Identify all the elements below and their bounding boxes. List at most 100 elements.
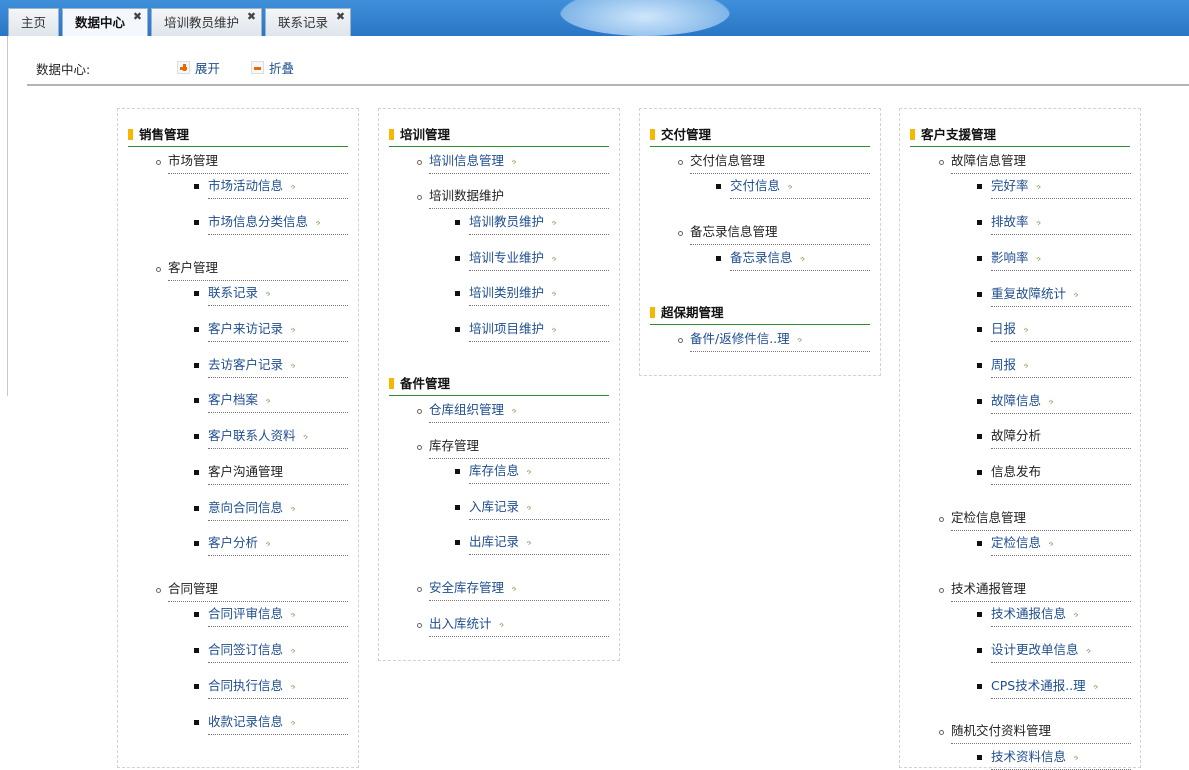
tree-leaf-item[interactable]: 日报 ·›: [977, 317, 1131, 342]
tree-group-item[interactable]: 市场管理: [156, 149, 348, 174]
tab-home[interactable]: 主页: [8, 8, 60, 36]
tree-group-item[interactable]: 备忘录信息管理: [678, 220, 870, 245]
go-arrow-icon: ·›: [290, 179, 296, 193]
tree-leaf-item[interactable]: 备忘录信息 ·›: [716, 246, 870, 271]
tree-leaf-item[interactable]: 合同签订信息 ·›: [194, 638, 348, 663]
go-arrow-icon: ·›: [1085, 643, 1092, 657]
tree-leaf-item[interactable]: 设计更改单信息 ·›: [977, 638, 1131, 663]
tree-item-label: CPS技术通报..理: [991, 678, 1086, 693]
tree-group-item[interactable]: 培训信息管理 ·›: [417, 149, 609, 174]
minus-icon: [251, 61, 264, 74]
tree-group-item[interactable]: 技术通报管理: [939, 577, 1131, 602]
tree-leaf-item[interactable]: 影响率 ·›: [977, 246, 1131, 271]
tree-group-item[interactable]: 交付信息管理: [678, 149, 870, 174]
tree-group-item[interactable]: 定检信息管理: [939, 506, 1131, 531]
tree-item-label: 入库记录: [469, 499, 520, 514]
tree-leaf-item[interactable]: 培训项目维护 ·›: [455, 317, 609, 342]
tree-leaf-item[interactable]: 客户来访记录 ·›: [194, 317, 348, 342]
tree-leaf-item[interactable]: 交付信息 ·›: [716, 174, 870, 199]
tree-leaf-item[interactable]: 故障分析: [977, 424, 1131, 449]
tree-leaf-item[interactable]: 技术资料信息 ·›: [977, 745, 1131, 770]
tab-contact-records-label: 联系记录: [278, 15, 329, 30]
tree-leaf-item[interactable]: 合同评审信息 ·›: [194, 602, 348, 627]
tree-item-label: 客户分析: [208, 535, 259, 550]
tree-item-label: 客户联系人资料: [208, 428, 296, 443]
tree-item-label: 日报: [991, 321, 1017, 336]
tree-item-label: 意向合同信息: [208, 500, 284, 515]
tree-leaf-item[interactable]: 客户沟通管理: [194, 460, 348, 485]
tree-item-label: 客户管理: [168, 260, 219, 275]
go-arrow-icon: ·›: [1048, 536, 1054, 550]
tree-leaf-item[interactable]: 出库记录 ·›: [455, 530, 609, 555]
go-arrow-icon: ·›: [1035, 215, 1042, 229]
go-arrow-icon: ·›: [551, 286, 557, 300]
tree-leaf-item[interactable]: CPS技术通报..理 ·›: [977, 674, 1131, 699]
tree-item-label: 客户沟通管理: [208, 464, 284, 479]
go-arrow-icon: ·›: [315, 215, 321, 229]
tree-leaf-item[interactable]: 培训教员维护 ·›: [455, 210, 609, 235]
go-arrow-icon: ·›: [290, 358, 296, 372]
tree-group-item[interactable]: 备件/返修件信..理 ·›: [678, 327, 870, 352]
tree-item-label: 培训信息管理: [429, 153, 505, 168]
tree-leaf-item[interactable]: 定检信息 ·›: [977, 531, 1131, 556]
tree-leaf-item[interactable]: 排故率 ·›: [977, 210, 1131, 235]
tree-leaf-item[interactable]: 信息发布: [977, 460, 1131, 485]
tree-group-item[interactable]: 出入库统计 ·›: [417, 612, 609, 637]
go-arrow-icon: ·›: [302, 429, 309, 443]
collapse-button[interactable]: 折叠: [251, 58, 294, 77]
expand-button[interactable]: 展开: [177, 58, 220, 77]
tree-leaf-item[interactable]: 库存信息 ·›: [455, 459, 609, 484]
tree-item-label: 去访客户记录: [208, 357, 284, 372]
tree-item-label: 重复故障统计: [991, 286, 1067, 301]
tree-leaf-item[interactable]: 客户分析 ·›: [194, 531, 348, 556]
tree-leaf-item[interactable]: 合同执行信息 ·›: [194, 674, 348, 699]
tree-item-label: 备忘录信息管理: [690, 224, 778, 239]
tree-group-item[interactable]: 安全库存管理 ·›: [417, 576, 609, 601]
close-icon[interactable]: ✖: [133, 11, 142, 23]
expand-label: 展开: [195, 61, 221, 76]
tree-leaf-item[interactable]: 入库记录 ·›: [455, 495, 609, 520]
tree-group-item[interactable]: 故障信息管理: [939, 149, 1131, 174]
go-arrow-icon: ·›: [1023, 322, 1029, 336]
tree-leaf-item[interactable]: 收款记录信息 ·›: [194, 710, 348, 735]
tree-leaf-item[interactable]: 培训专业维护 ·›: [455, 246, 609, 271]
tree-item-label: 客户档案: [208, 392, 259, 407]
tree-group-item[interactable]: 仓库组织管理 ·›: [417, 398, 609, 423]
tree-item-label: 培训教员维护: [469, 214, 545, 229]
tree-leaf-item[interactable]: 去访客户记录 ·›: [194, 353, 348, 378]
tree-leaf-item[interactable]: 周报 ·›: [977, 353, 1131, 378]
tree-item-label: 技术通报信息: [991, 606, 1067, 621]
tab-contact-records[interactable]: 联系记录 ✖: [265, 8, 352, 36]
tree-leaf-item[interactable]: 培训类别维护 ·›: [455, 281, 609, 306]
tree-leaf-item[interactable]: 市场活动信息 ·›: [194, 174, 348, 199]
go-arrow-icon: ·›: [551, 251, 557, 265]
tree-leaf-item[interactable]: 技术通报信息 ·›: [977, 602, 1131, 627]
tree-leaf-item[interactable]: 故障信息 ·›: [977, 389, 1131, 414]
tree-group-item[interactable]: 客户管理: [156, 256, 348, 281]
left-collapse-strip[interactable]: [0, 36, 8, 396]
tree-leaf-item[interactable]: 客户档案 ·›: [194, 388, 348, 413]
tree-leaf-item[interactable]: 客户联系人资料 ·›: [194, 424, 348, 449]
tree-item-label: 合同签订信息: [208, 642, 284, 657]
tree-item-label: 市场活动信息: [208, 178, 284, 193]
go-arrow-icon: ·›: [1035, 251, 1042, 265]
tree-item-label: 技术通报管理: [951, 581, 1027, 596]
close-icon[interactable]: ✖: [336, 11, 345, 23]
tree-item-label: 市场管理: [168, 153, 219, 168]
tab-data-center[interactable]: 数据中心 ✖: [62, 8, 149, 36]
go-arrow-icon: ·›: [290, 715, 296, 729]
tree-leaf-item[interactable]: 完好率 ·›: [977, 174, 1131, 199]
tree-group-item[interactable]: 合同管理: [156, 577, 348, 602]
section-header-delivery: 交付管理: [650, 125, 870, 147]
tree-group-item[interactable]: 培训数据维护: [417, 184, 609, 209]
tree-leaf-item[interactable]: 市场信息分类信息 ·›: [194, 210, 348, 235]
tab-trainer-maintenance[interactable]: 培训教员维护 ✖: [151, 8, 263, 36]
tree-leaf-item[interactable]: 联系记录 ·›: [194, 281, 348, 306]
tree-item-label: 备忘录信息: [730, 250, 793, 265]
tree-leaf-item[interactable]: 重复故障统计 ·›: [977, 282, 1131, 307]
tree-group-item[interactable]: 库存管理: [417, 434, 609, 459]
tree-item-label: 安全库存管理: [429, 580, 505, 595]
close-icon[interactable]: ✖: [247, 11, 256, 23]
tree-leaf-item[interactable]: 意向合同信息 ·›: [194, 496, 348, 521]
tree-group-item[interactable]: 随机交付资料管理: [939, 719, 1131, 744]
